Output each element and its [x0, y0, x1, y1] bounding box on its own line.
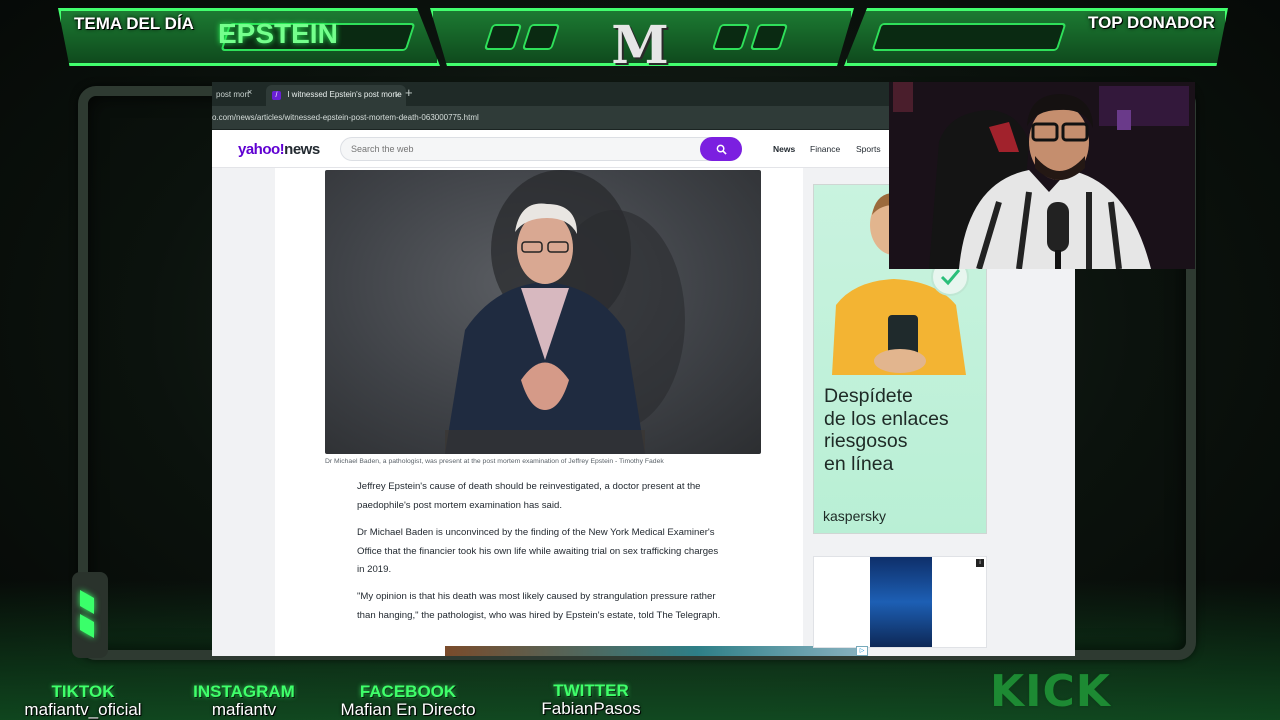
new-tab-button[interactable]: + [405, 85, 413, 100]
article-paragraph: Dr Michael Baden is unconvinced by the f… [357, 527, 719, 575]
ad-line: de los enlaces [824, 407, 949, 430]
ad-line: en línea [824, 452, 894, 475]
yahoo-favicon-icon: / [272, 91, 281, 100]
article-photo [325, 170, 761, 454]
address-bar[interactable]: o.com/news/articles/witnessed-epstein-po… [212, 106, 889, 130]
social-facebook: FACEBOOK Mafian En Directo [326, 682, 490, 720]
donor-slot [871, 23, 1067, 51]
bottom-ad-strip [445, 646, 865, 656]
topic-label: TEMA DEL DÍA [74, 14, 194, 33]
small-ad[interactable]: i [813, 556, 987, 648]
tab-active[interactable]: / I witnessed Epstein's post morte × [266, 85, 406, 106]
social-handle: mafiantv [211, 700, 277, 719]
yahoo-news-logo[interactable]: yahoo!news [238, 141, 320, 158]
ad-line: Despídete [824, 385, 913, 407]
ad-line: riesgosos [824, 430, 908, 452]
close-icon[interactable]: × [247, 87, 252, 97]
social-label: TIKTOK [51, 682, 115, 701]
top-donor-label: TOP DONADOR [1088, 13, 1215, 32]
frame-accent [72, 572, 108, 658]
social-twitter: TWITTER FabianPasos [526, 681, 656, 719]
tab-title: post mort [216, 90, 250, 99]
social-label: TWITTER [553, 681, 629, 700]
browser-window: post mort × / I witnessed Epstein's post… [212, 82, 889, 656]
site-header: yahoo!news News Finance Sports [212, 130, 889, 168]
tab-previous[interactable]: post mort [212, 85, 262, 106]
article-paragraph: "My opinion is that his death was most l… [357, 591, 721, 621]
article-paragraph: Jeffrey Epstein's cause of death should … [357, 481, 701, 511]
nav-news[interactable]: News [773, 144, 795, 154]
tab-title: I witnessed Epstein's post morte [287, 90, 402, 99]
social-label: FACEBOOK [359, 682, 457, 701]
social-instagram: INSTAGRAM mafiantv [186, 682, 302, 720]
logo-main: yahoo! [238, 141, 285, 158]
social-handle: mafiantv_oficial [24, 700, 142, 719]
close-icon[interactable]: × [395, 90, 400, 100]
channel-logo: M [611, 15, 669, 76]
logo-sub: news [284, 141, 320, 158]
ad-headline: Despídete de los enlaces riesgosos en lí… [824, 385, 949, 475]
social-label: INSTAGRAM [193, 682, 295, 701]
tab-bar: post mort × / I witnessed Epstein's post… [212, 82, 889, 106]
social-handle: FabianPasos [541, 699, 641, 718]
nav-sports[interactable]: Sports [856, 144, 881, 154]
topic-value: EPSTEIN [218, 18, 338, 49]
pathologist-photo [445, 170, 685, 454]
search-input[interactable] [351, 144, 691, 154]
webcam-feed [889, 82, 1195, 269]
search-box [340, 137, 742, 161]
small-ad-image [870, 557, 932, 647]
ad-info-icon[interactable]: i [976, 559, 984, 567]
social-handle: Mafian En Directo [340, 700, 476, 719]
streamer-webcam-image [889, 82, 1195, 269]
search-icon [716, 144, 727, 155]
search-button[interactable] [700, 137, 742, 161]
adchoices-icon[interactable]: ▷ [856, 646, 868, 656]
photo-caption: Dr Michael Baden, a pathologist, was pre… [325, 458, 664, 465]
social-tiktok: TIKTOK mafiantv_oficial [18, 682, 148, 720]
nav-finance[interactable]: Finance [810, 144, 840, 154]
ad-brand: kaspersky [823, 508, 887, 524]
kick-logo: KICK [990, 666, 1111, 717]
